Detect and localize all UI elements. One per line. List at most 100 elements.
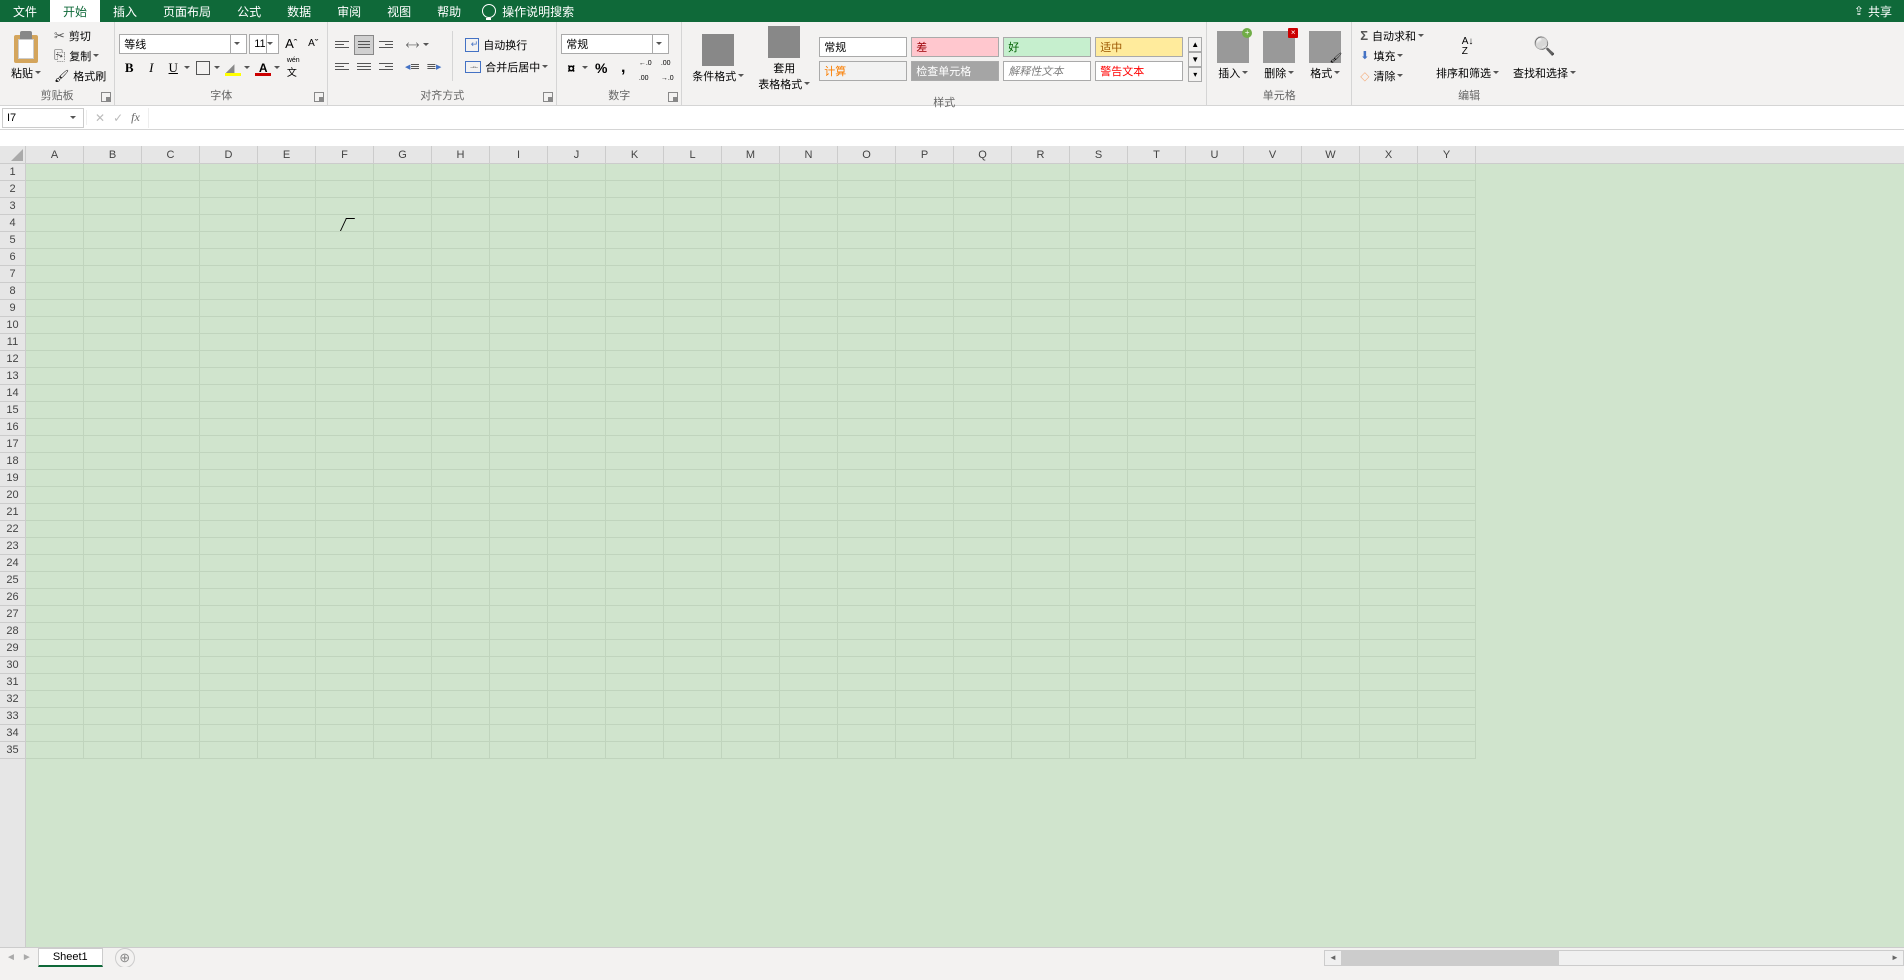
cell[interactable] [1070,283,1128,300]
cell[interactable] [954,521,1012,538]
cell[interactable] [664,674,722,691]
cell[interactable] [722,368,780,385]
cell[interactable] [664,249,722,266]
cell[interactable] [316,538,374,555]
cell[interactable] [838,674,896,691]
cell[interactable] [1244,674,1302,691]
cell[interactable] [664,283,722,300]
cell[interactable] [1128,453,1186,470]
cell[interactable] [84,572,142,589]
cell[interactable] [316,725,374,742]
cell[interactable] [954,640,1012,657]
cell[interactable] [1070,215,1128,232]
decrease-font-button[interactable]: ˇ [303,34,323,54]
cell[interactable] [954,351,1012,368]
cell[interactable] [548,351,606,368]
cell[interactable] [664,691,722,708]
cell[interactable] [1418,334,1476,351]
cell[interactable] [84,657,142,674]
cell[interactable] [374,538,432,555]
cell[interactable] [722,317,780,334]
cell[interactable] [838,589,896,606]
cell[interactable] [1244,249,1302,266]
cell[interactable] [142,640,200,657]
cell[interactable] [258,198,316,215]
cell[interactable] [26,674,84,691]
cell[interactable] [1360,691,1418,708]
percent-button[interactable] [591,58,611,78]
cell[interactable] [1070,402,1128,419]
cell[interactable] [26,198,84,215]
cell[interactable] [606,300,664,317]
cell[interactable] [200,742,258,759]
cell[interactable] [838,198,896,215]
cell[interactable] [1418,640,1476,657]
cell[interactable] [1070,419,1128,436]
cell[interactable] [1070,538,1128,555]
cell[interactable] [548,640,606,657]
cell[interactable] [1070,266,1128,283]
cell[interactable] [606,402,664,419]
cell[interactable] [84,538,142,555]
cell[interactable] [1244,181,1302,198]
cell[interactable] [1302,385,1360,402]
column-header[interactable]: L [664,146,722,163]
cell[interactable] [432,487,490,504]
cell[interactable] [1186,589,1244,606]
cell[interactable] [84,708,142,725]
row-header[interactable]: 18 [0,453,25,470]
cell[interactable] [258,504,316,521]
row-header[interactable]: 24 [0,555,25,572]
cell[interactable] [142,623,200,640]
cell[interactable] [1128,334,1186,351]
cell[interactable] [1070,300,1128,317]
italic-button[interactable]: I [141,58,161,78]
cell[interactable] [838,606,896,623]
cell[interactable] [606,555,664,572]
cell[interactable] [896,334,954,351]
cell[interactable] [780,300,838,317]
cell[interactable] [606,266,664,283]
cell[interactable] [258,589,316,606]
cell[interactable] [780,181,838,198]
cell[interactable] [780,198,838,215]
cell[interactable] [142,334,200,351]
cell[interactable] [258,572,316,589]
cell[interactable] [1418,249,1476,266]
cell[interactable] [780,504,838,521]
cell[interactable] [722,470,780,487]
cell-style-option[interactable]: 解释性文本 [1003,61,1091,81]
cell[interactable] [838,181,896,198]
cell[interactable] [780,232,838,249]
cell[interactable] [1302,470,1360,487]
cell[interactable] [722,266,780,283]
cell[interactable] [374,606,432,623]
cell[interactable] [954,623,1012,640]
cell[interactable] [1070,181,1128,198]
row-header[interactable]: 21 [0,504,25,521]
cell[interactable] [374,691,432,708]
cell[interactable] [84,385,142,402]
cell[interactable] [954,215,1012,232]
cell[interactable] [432,351,490,368]
cell[interactable] [316,198,374,215]
cell[interactable] [1360,555,1418,572]
cell[interactable] [490,640,548,657]
cell[interactable] [954,487,1012,504]
cell[interactable] [1186,351,1244,368]
cell[interactable] [26,300,84,317]
cell[interactable] [142,300,200,317]
cell[interactable] [1128,691,1186,708]
cell[interactable] [142,657,200,674]
cell[interactable] [84,402,142,419]
row-header[interactable]: 2 [0,181,25,198]
enter-formula-button[interactable]: ✓ [113,111,123,125]
cell[interactable] [1360,504,1418,521]
cell[interactable] [722,283,780,300]
cell[interactable] [780,487,838,504]
horizontal-scrollbar[interactable]: ◄ ► [1324,950,1904,966]
cell[interactable] [84,589,142,606]
row-header[interactable]: 10 [0,317,25,334]
underline-button[interactable]: U [163,58,191,78]
cell-style-option[interactable]: 检查单元格 [911,61,999,81]
